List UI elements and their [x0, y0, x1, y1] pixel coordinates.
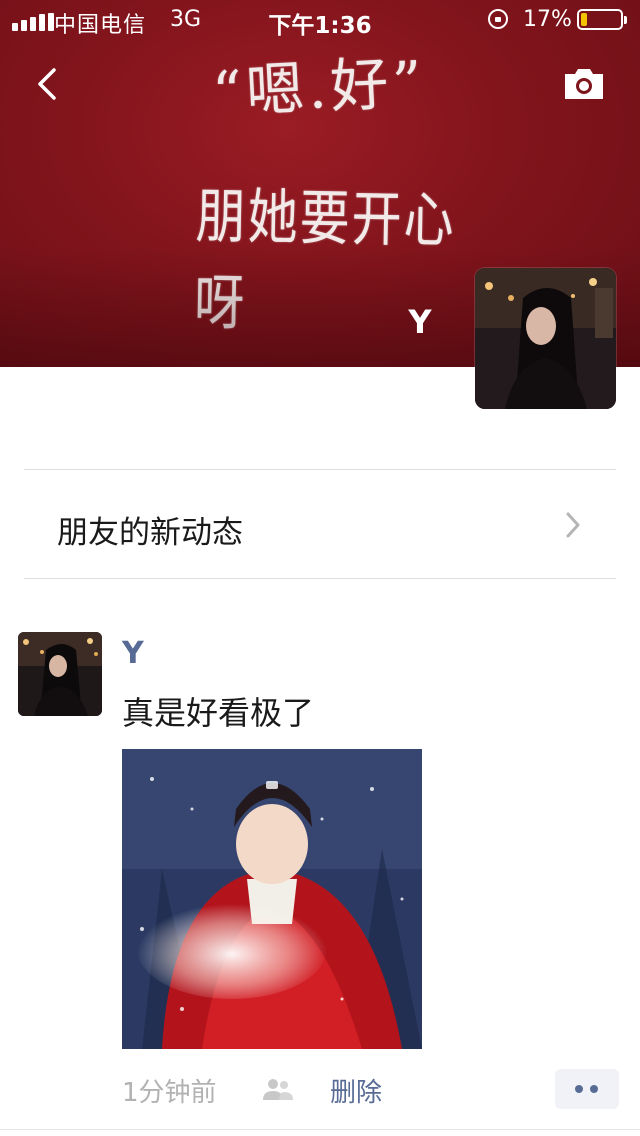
- divider-bottom: [24, 578, 616, 579]
- cover-handwriting-line1: “嗯.好”: [210, 47, 428, 127]
- post-separator: [0, 1129, 640, 1130]
- more-actions-button[interactable]: [555, 1069, 619, 1109]
- status-bar: 中国电信 3G 下午1:36 17%: [0, 0, 640, 40]
- dot-icon: [575, 1085, 583, 1093]
- post-text: 真是好看极了: [122, 694, 315, 732]
- rotation-lock-icon: [488, 9, 508, 29]
- profile-avatar[interactable]: [475, 268, 616, 409]
- battery-percent: 17%: [523, 7, 572, 32]
- post-author-avatar[interactable]: [18, 632, 102, 716]
- post-author-name[interactable]: Y: [122, 636, 144, 671]
- friends-updates-label: 朋友的新动态: [57, 515, 243, 551]
- battery-level-fill: [581, 13, 587, 26]
- delete-post-link[interactable]: 删除: [330, 1072, 382, 1109]
- profile-username: Y: [408, 303, 432, 341]
- avatar-photo: [475, 268, 616, 409]
- friends-updates-row[interactable]: 朋友的新动态: [24, 470, 616, 578]
- people-group-icon[interactable]: [262, 1076, 294, 1102]
- post-avatar-photo: [18, 632, 102, 716]
- post-image[interactable]: [122, 749, 422, 1049]
- dot-icon: [590, 1085, 598, 1093]
- post-timestamp: 1分钟前: [122, 1078, 217, 1108]
- post-photo: [122, 749, 422, 1049]
- battery-icon: [577, 9, 627, 30]
- chevron-right-icon: [566, 512, 580, 538]
- back-icon[interactable]: [28, 62, 72, 106]
- camera-icon[interactable]: [562, 66, 606, 102]
